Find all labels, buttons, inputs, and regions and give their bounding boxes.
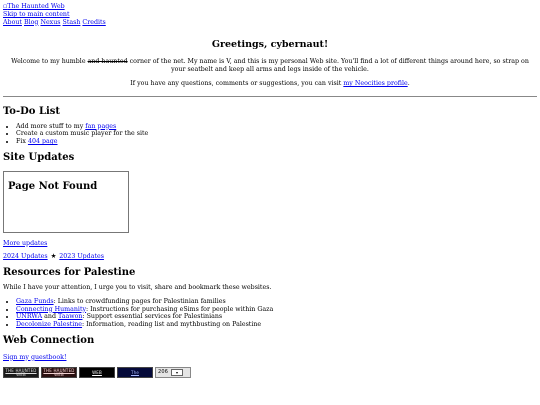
todo-heading: To-Do List (3, 106, 61, 118)
web-badge-button[interactable]: WEB (79, 367, 115, 379)
counter-value: 206 (158, 369, 169, 376)
welcome-title: Greetings, cybernaut! (211, 38, 329, 50)
todo-item-text: Fix (16, 138, 26, 146)
list-item-text: : Links to crowdfunding pages for Palest… (53, 297, 226, 305)
todo-item: Add more stuff to my fan pages (16, 123, 537, 131)
updates-archive-row: 2024 Updates ★ 2023 Updates (3, 253, 537, 261)
button-row: THE HAUNTED WEB THE HAUNTED WEB WEB The … (3, 367, 537, 379)
todo-section: To-Do List Add more stuff to my fan page… (3, 106, 537, 146)
iframe-page-title: Page Not Found (8, 180, 98, 192)
decolonize-palestine-link[interactable]: Decolonize Palestine (16, 321, 82, 328)
list-item: Gaza Funds: Links to crowdfunding pages … (16, 298, 537, 306)
main-nav: About Blog Nexus Stash Credits (3, 19, 537, 27)
site-logo-image-link[interactable]: ▫The Haunted Web (3, 3, 537, 11)
todo-item-text: Add more stuff to my (16, 122, 84, 130)
taawon-link[interactable]: Taawon (58, 313, 82, 320)
todo-item-text: Create a custom music player for the sit… (16, 130, 149, 138)
gaza-funds-link[interactable]: Gaza Funds (16, 298, 54, 305)
page: ▫The Haunted Web Skip to main content Ab… (0, 0, 540, 379)
contact-text: If you have any questions, comments or s… (130, 80, 342, 88)
guestbook-row: Sign my guestbook! (3, 354, 537, 362)
palestine-list: Gaza Funds: Links to crowdfunding pages … (3, 298, 537, 329)
logo-alt-text: The Haunted Web (7, 3, 65, 10)
palestine-section: Resources for Palestine While I have you… (3, 267, 537, 329)
todo-list: Add more stuff to my fan pages Create a … (3, 123, 537, 147)
site-updates-section: Site Updates Page Not Found More updates… (3, 152, 537, 261)
chevron-down-icon: ▾ (171, 369, 184, 377)
todo-item: Fix 404 page (16, 138, 537, 146)
list-item-text: : Support essential services for Palesti… (82, 313, 223, 321)
welcome-text-rest: corner of the net. My name is V, and thi… (129, 58, 529, 74)
unrwa-link[interactable]: UNRWA (16, 313, 42, 320)
updates-2023-link[interactable]: 2023 Updates (59, 253, 104, 260)
welcome-text-start: Welcome to my humble (11, 58, 86, 66)
nav-blog-link[interactable]: Blog (24, 19, 38, 26)
contact-period: . (407, 80, 410, 88)
welcome-paragraph: Welcome to my humble and haunted corner … (3, 58, 537, 74)
welcome-section: Greetings, cybernaut! Welcome to my humb… (3, 39, 537, 88)
site-updates-heading: Site Updates (3, 152, 75, 164)
skip-to-content-link[interactable]: Skip to main content (3, 11, 70, 18)
connecting-humanity-link[interactable]: Connecting Humanity (16, 306, 86, 313)
divider (3, 96, 537, 98)
nav-nexus-link[interactable]: Nexus (40, 19, 60, 26)
neocities-profile-link[interactable]: my Neocities profile (343, 80, 407, 87)
more-updates-link[interactable]: More updates (3, 240, 47, 247)
star-separator: ★ (50, 253, 57, 261)
todo-item: Create a custom music player for the sit… (16, 130, 537, 138)
haunted-web-button[interactable]: THE HAUNTED WEB (3, 367, 39, 379)
counter-widget[interactable]: 206 ▾ (155, 367, 191, 379)
palestine-intro: While I have your attention, I urge you … (3, 283, 272, 291)
nav-about-link[interactable]: About (3, 19, 22, 26)
welcome-strikethrough: and haunted (87, 58, 128, 66)
list-item-text: : Information, reading list and mythbust… (82, 321, 262, 329)
list-item: UNRWA and Taawon: Support essential serv… (16, 313, 537, 321)
palestine-heading: Resources for Palestine (3, 267, 136, 279)
contact-paragraph: If you have any questions, comments or s… (3, 80, 537, 88)
list-item-text: : Instructions for purchasing eSims for … (86, 305, 274, 313)
updates-iframe[interactable]: Page Not Found (3, 170, 129, 233)
the-badge-button[interactable]: The (117, 367, 153, 379)
web-connection-section: Web Connection Sign my guestbook! THE HA… (3, 335, 537, 379)
404-page-link[interactable]: 404 page (28, 138, 58, 145)
more-updates-row: More updates (3, 240, 537, 248)
haunted-web-button-alt[interactable]: THE HAUNTED WEB (41, 367, 77, 379)
web-connection-heading: Web Connection (3, 335, 95, 347)
nav-stash-link[interactable]: Stash (63, 19, 81, 26)
updates-2024-link[interactable]: 2024 Updates (3, 253, 48, 260)
list-item: Connecting Humanity: Instructions for pu… (16, 306, 537, 314)
list-item: Decolonize Palestine: Information, readi… (16, 321, 537, 329)
nav-credits-link[interactable]: Credits (82, 19, 105, 26)
fan-pages-link[interactable]: fan pages (85, 123, 116, 130)
guestbook-link[interactable]: Sign my guestbook! (3, 354, 66, 361)
list-item-text: and (44, 313, 56, 321)
